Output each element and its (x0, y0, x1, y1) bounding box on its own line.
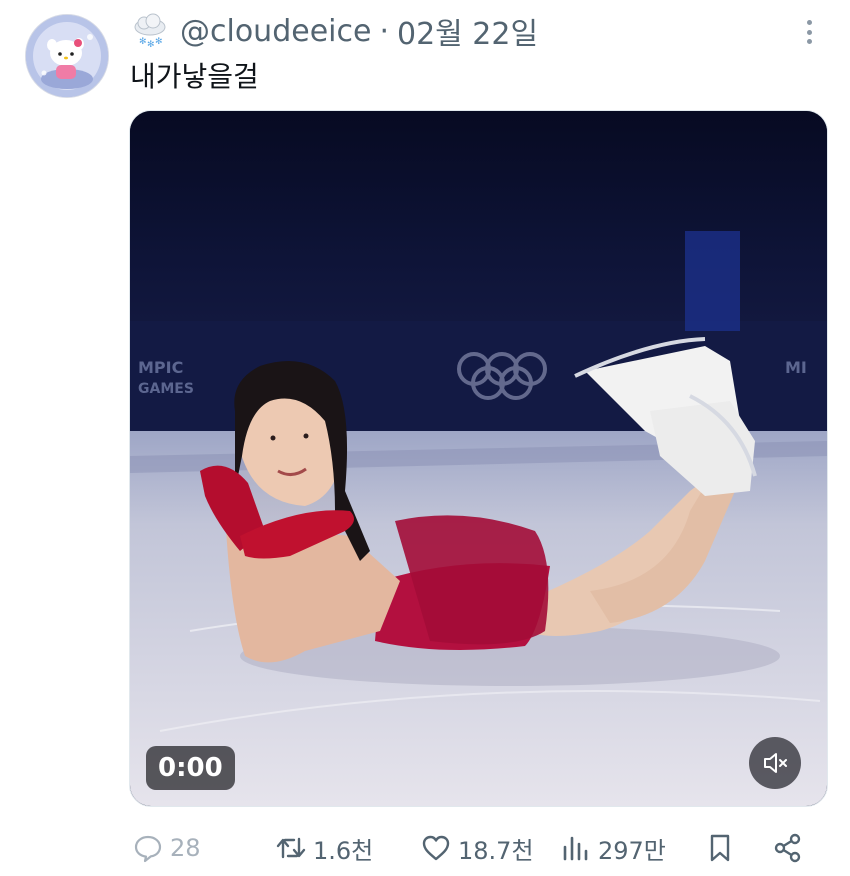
more-options-icon[interactable] (798, 16, 820, 48)
svg-text:MI: MI (785, 358, 807, 377)
views-icon (563, 836, 588, 861)
svg-text:✻: ✻ (139, 37, 147, 47)
avatar[interactable] (25, 14, 109, 98)
video-timestamp: 0:00 (146, 746, 235, 790)
post-date[interactable]: 02월 22일 (397, 9, 538, 53)
reply-button[interactable]: 28 (132, 826, 201, 870)
like-count: 18.7천 (458, 836, 534, 865)
mute-icon (764, 753, 787, 773)
svg-text:✻: ✻ (147, 40, 155, 50)
like-button[interactable]: 18.7천 (420, 826, 534, 870)
share-icon (774, 833, 801, 863)
view-count: 297만 (598, 836, 666, 865)
mute-button[interactable] (749, 737, 801, 789)
retweet-icon (276, 837, 306, 859)
reply-count: 28 (170, 834, 201, 862)
video-frame: MPIC GAMES MI (130, 111, 827, 806)
bookmark-icon (710, 834, 730, 862)
cloud-snow-emoji-icon: ✻ ✻ ✻ (130, 11, 170, 51)
video-player[interactable]: MPIC GAMES MI 0:00 (129, 110, 828, 807)
reply-icon (134, 835, 162, 863)
post-header: ✻ ✻ ✻ @cloudeeice · 02월 22일 (130, 10, 538, 52)
svg-text:MPIC: MPIC (138, 358, 183, 377)
bookmark-button[interactable] (704, 826, 742, 870)
like-icon (422, 835, 450, 861)
header-separator: · (379, 13, 389, 49)
share-button[interactable] (772, 826, 810, 870)
author-handle[interactable]: @cloudeeice (180, 14, 371, 49)
post-text: 내가낳을걸 (130, 60, 259, 93)
views-button[interactable]: 297만 (560, 826, 666, 870)
svg-text:GAMES: GAMES (138, 381, 194, 397)
svg-text:✻: ✻ (155, 37, 163, 47)
action-bar: 28 1.6천 18.7천 297만 (130, 826, 820, 870)
retweet-count: 1.6천 (313, 836, 374, 865)
retweet-button[interactable]: 1.6천 (275, 826, 373, 870)
